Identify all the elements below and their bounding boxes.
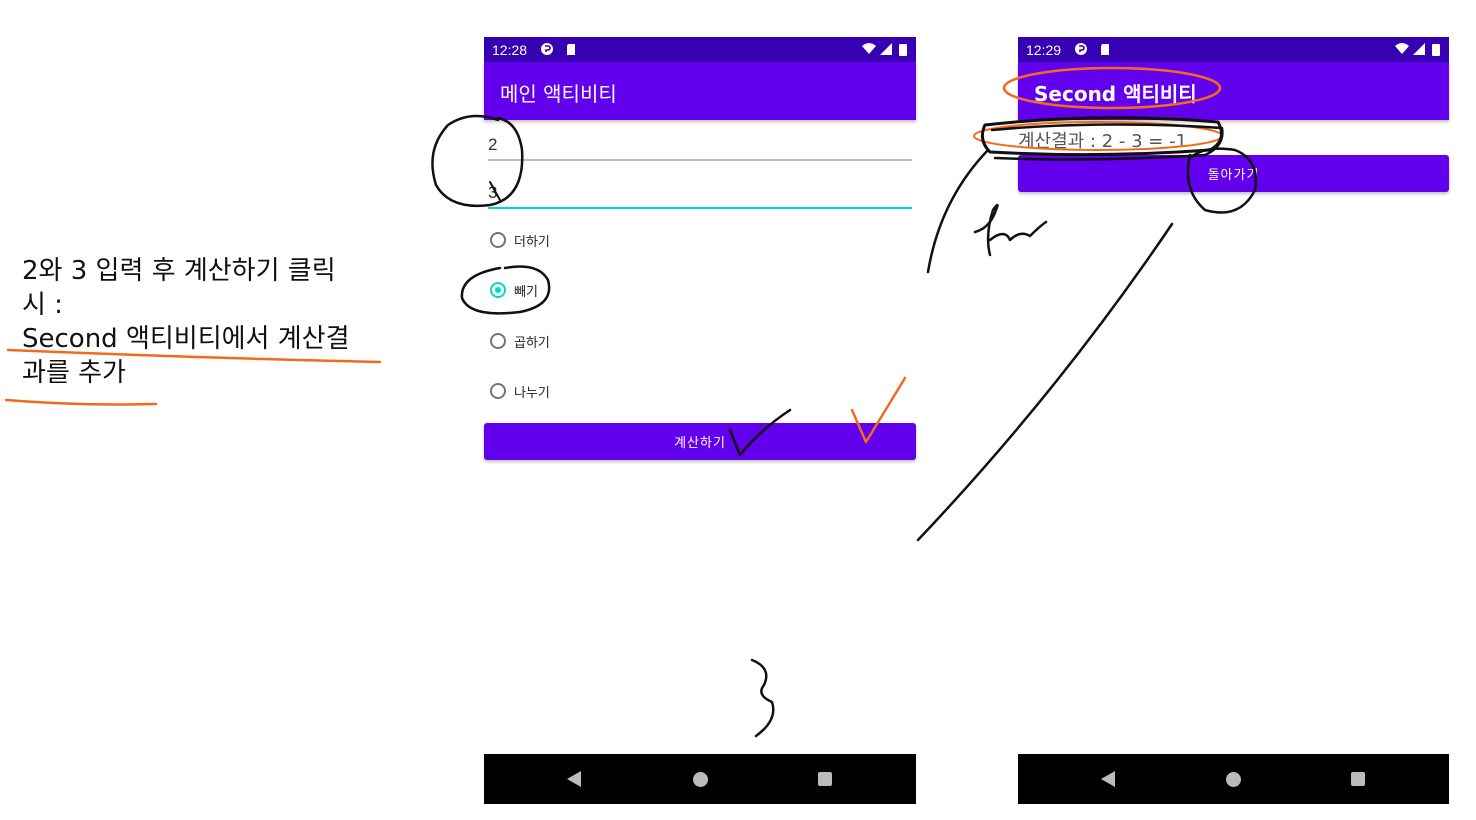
recents-icon [1351, 772, 1365, 786]
back-icon [567, 771, 581, 787]
nav-back-button[interactable] [549, 754, 599, 804]
nav-home-button[interactable] [675, 754, 725, 804]
number1-value: 2 [488, 135, 498, 154]
nav-home-button[interactable] [1208, 754, 1258, 804]
orange-underline [4, 398, 158, 406]
page-title: 메인 액티비티 [500, 82, 617, 106]
home-icon [1225, 771, 1241, 787]
radio-divide[interactable]: 나누기 [490, 379, 550, 403]
back-button[interactable]: 돌아가기 [1018, 155, 1449, 192]
battery-icon [899, 44, 907, 56]
signal-icon [880, 43, 892, 55]
radio-add[interactable]: 더하기 [490, 228, 550, 252]
radio-multiply[interactable]: 곱하기 [490, 329, 550, 353]
battery-icon [1432, 44, 1440, 56]
status-bar: 12:28 [484, 37, 916, 62]
radio-label: 나누기 [514, 385, 550, 401]
status-bar: 12:29 [1018, 37, 1449, 62]
ink-stroke [926, 148, 990, 274]
status-time: 12:29 [1026, 42, 1062, 58]
radio-button[interactable] [490, 232, 506, 248]
caption-line-2: 시 : [22, 290, 63, 320]
number2-input[interactable]: 3 [488, 169, 912, 209]
navigation-bar [484, 754, 916, 804]
sd-card-icon [567, 44, 575, 55]
radio-label: 더하기 [514, 234, 550, 250]
number1-input[interactable]: 2 [488, 121, 912, 161]
radio-subtract[interactable]: 빼기 [490, 278, 538, 302]
calculate-button[interactable]: 계산하기 [484, 423, 916, 460]
second-activity-screen: 12:29 Second 액티비티 계산결과 : 2 - 3 = -1 돌아가기 [1018, 37, 1449, 804]
wifi-icon [862, 43, 876, 54]
radio-label: 곱하기 [514, 335, 550, 351]
caption-line-3: Second 액티비티에서 계산결 [22, 324, 350, 354]
caption-line-1: 2와 3 입력 후 계산하기 클릭 [22, 256, 336, 286]
home-icon [692, 771, 708, 787]
back-icon [1101, 771, 1115, 787]
radio-button[interactable] [490, 383, 506, 399]
settings-app-icon [541, 43, 553, 55]
lecture-caption: 2와 3 입력 후 계산하기 클릭 시 : Second 액티비티에서 계산결 … [22, 254, 402, 390]
nav-back-button[interactable] [1083, 754, 1133, 804]
radio-label: 빼기 [514, 284, 538, 300]
navigation-bar [1018, 754, 1449, 804]
app-bar: 메인 액티비티 [484, 62, 916, 120]
page-title: Second 액티비티 [1034, 82, 1197, 106]
app-bar: Second 액티비티 [1018, 62, 1449, 120]
signal-icon [1413, 43, 1425, 55]
sd-card-icon [1101, 44, 1109, 55]
result-text: 계산결과 : 2 - 3 = -1 [1018, 131, 1188, 152]
radio-button-checked[interactable] [490, 282, 506, 298]
nav-recents-button[interactable] [1333, 754, 1383, 804]
number2-value: 3 [488, 183, 498, 202]
caption-line-4: 과를 추가 [22, 358, 126, 388]
settings-app-icon [1075, 43, 1087, 55]
status-time: 12:28 [492, 42, 528, 58]
nav-recents-button[interactable] [800, 754, 850, 804]
recents-icon [818, 772, 832, 786]
wifi-icon [1395, 43, 1409, 54]
main-activity-screen: 12:28 메인 액티비티 2 3 더하기 빼기 곱하기 나누기 계산하기 [484, 37, 916, 804]
radio-button[interactable] [490, 333, 506, 349]
